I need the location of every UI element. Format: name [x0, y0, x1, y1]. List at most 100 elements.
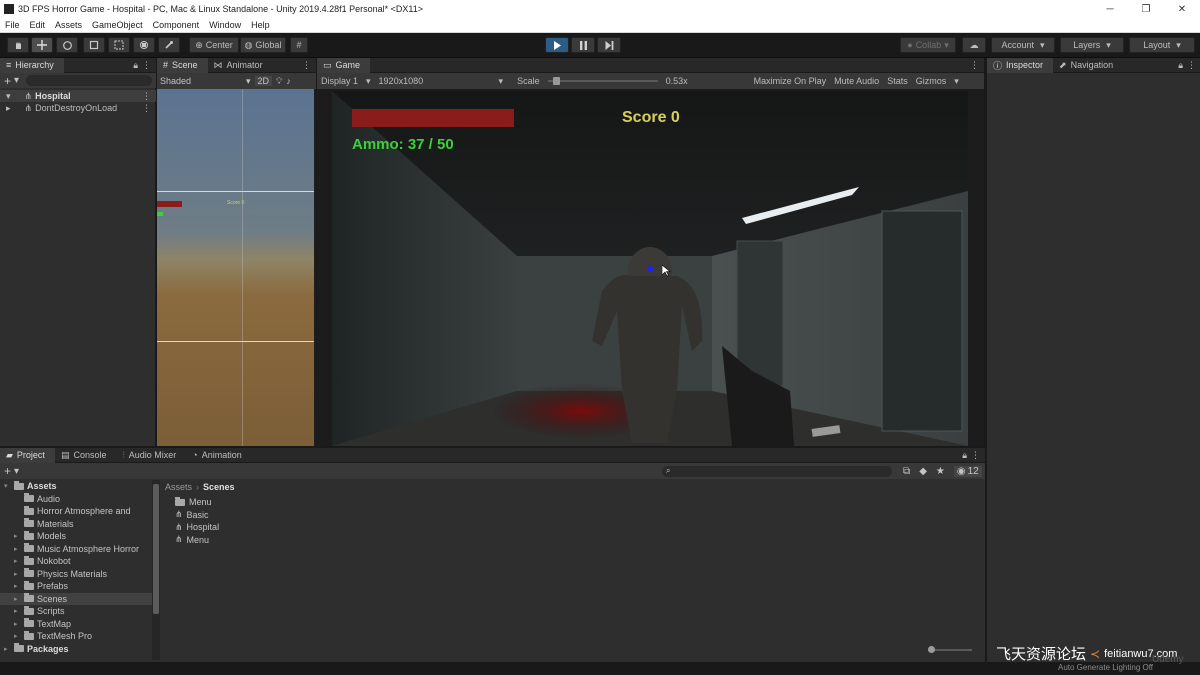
folder-tree-scrollbar[interactable] — [152, 480, 160, 660]
scrollbar-thumb[interactable] — [153, 484, 159, 614]
scale-slider-thumb[interactable] — [552, 77, 560, 85]
hierarchy-item-dontdestroyonload[interactable]: ▸ ⋔ DontDestroyOnLoad ⋮ — [0, 102, 156, 114]
account-dropdown[interactable]: Account ▾ — [991, 37, 1055, 53]
more-options-icon[interactable]: ⋮ — [971, 450, 980, 461]
menu-help[interactable]: Help — [246, 20, 275, 30]
chevron-down-icon[interactable]: ▾ — [499, 76, 504, 87]
more-options-icon[interactable]: ⋮ — [142, 60, 151, 71]
add-icon[interactable]: + — [4, 74, 11, 88]
favorite-star-icon[interactable]: ★ — [936, 466, 945, 477]
collapse-arrow-icon[interactable]: ▸ — [14, 532, 21, 540]
filter-by-type-icon[interactable]: ⧉ — [903, 466, 910, 477]
maximize-button[interactable]: ❐ — [1128, 4, 1164, 15]
collapse-arrow-icon[interactable]: ▸ — [14, 582, 21, 590]
display-dropdown[interactable]: Display 1 — [321, 76, 358, 86]
file-list-item[interactable]: ⋔ Menu — [165, 534, 965, 547]
collapse-arrow-icon[interactable]: ▸ — [14, 545, 21, 553]
more-options-icon[interactable]: ⋮ — [302, 60, 311, 71]
play-button[interactable] — [545, 37, 569, 53]
file-list-item[interactable]: ⋔ Basic — [165, 509, 965, 522]
lock-icon[interactable]: 🔒︎ — [962, 450, 967, 461]
chevron-down-icon[interactable]: ▾ — [246, 76, 251, 87]
tab-inspector[interactable]: ⓘ Inspector — [987, 57, 1054, 73]
folder-tree-item[interactable]: ▸ Prefabs — [0, 580, 152, 593]
folder-tree-item[interactable]: Materials — [0, 518, 152, 531]
lock-icon[interactable]: 🔒︎ — [133, 60, 138, 71]
2d-toggle-button[interactable]: 2D — [254, 76, 273, 86]
filter-by-label-icon[interactable]: ◆ — [919, 466, 927, 477]
maximize-on-play-toggle[interactable]: Maximize On Play — [754, 76, 827, 86]
tab-scene[interactable]: # Scene — [157, 57, 208, 73]
hidden-packages-button[interactable]: ◉ 12 — [953, 465, 982, 477]
menu-assets[interactable]: Assets — [50, 20, 87, 30]
hierarchy-item-hospital[interactable]: ▾ ⋔ Hospital ⋮ — [0, 90, 156, 102]
add-icon[interactable]: + — [4, 464, 11, 478]
expand-arrow-icon[interactable]: ▸ — [6, 103, 11, 114]
move-tool-button[interactable] — [31, 37, 53, 53]
folder-tree-item[interactable]: ▸ Music Atmosphere Horror — [0, 543, 152, 556]
scale-slider[interactable] — [547, 76, 658, 86]
transform-tool-button[interactable] — [133, 37, 155, 53]
space-global-toggle[interactable]: ◍ Global — [240, 37, 286, 53]
layers-dropdown[interactable]: Layers ▾ — [1060, 37, 1124, 53]
minimize-button[interactable]: ─ — [1092, 4, 1128, 15]
collapse-arrow-icon[interactable]: ▸ — [14, 607, 21, 615]
menu-edit[interactable]: Edit — [25, 20, 51, 30]
menu-file[interactable]: File — [0, 20, 25, 30]
folder-tree-item[interactable]: ▸ Nokobot — [0, 555, 152, 568]
tab-animation[interactable]: ◔ Animation — [186, 448, 251, 463]
hand-tool-button[interactable] — [7, 37, 29, 53]
shading-mode-dropdown[interactable]: Shaded — [160, 76, 242, 86]
layout-dropdown[interactable]: Layout ▾ — [1129, 37, 1195, 53]
rotate-tool-button[interactable] — [56, 37, 78, 53]
folder-tree-item[interactable]: ▸ TextMap — [0, 618, 152, 631]
expand-arrow-icon[interactable]: ▾ — [4, 482, 11, 490]
menu-window[interactable]: Window — [204, 20, 246, 30]
folder-tree-item[interactable]: ▸ Scripts — [0, 605, 152, 618]
mute-audio-toggle[interactable]: Mute Audio — [834, 76, 879, 86]
custom-tool-button[interactable] — [158, 37, 180, 53]
game-viewport[interactable]: Score 0 Ammo: 37 / 50 — [332, 91, 968, 446]
gizmos-dropdown[interactable]: Gizmos — [916, 76, 947, 86]
cloud-button[interactable]: ☁ — [962, 37, 986, 53]
collapse-arrow-icon[interactable]: ▸ — [4, 645, 11, 653]
rect-tool-button[interactable] — [108, 37, 130, 53]
collab-dropdown[interactable]: ● Collab ▾ — [900, 37, 956, 53]
folder-tree-item[interactable]: ▸ Packages — [0, 643, 152, 656]
more-options-icon[interactable]: ⋮ — [142, 103, 151, 114]
chevron-down-icon[interactable]: ▾ — [366, 76, 371, 87]
folder-tree-item[interactable]: Horror Atmosphere and — [0, 505, 152, 518]
file-list-item[interactable]: Menu — [165, 496, 965, 509]
collapse-arrow-icon[interactable]: ▸ — [14, 595, 21, 603]
close-button[interactable]: ✕ — [1164, 4, 1200, 15]
audio-toggle-icon[interactable]: ♪ — [286, 76, 291, 86]
tab-game[interactable]: ▭ Game — [317, 57, 371, 73]
scale-tool-button[interactable] — [83, 37, 105, 53]
breadcrumb-item-assets[interactable]: Assets — [165, 482, 192, 492]
collapse-arrow-icon[interactable]: ▸ — [14, 557, 21, 565]
icon-size-slider-thumb[interactable] — [928, 646, 935, 653]
more-options-icon[interactable]: ⋮ — [142, 91, 151, 102]
icon-size-slider[interactable] — [928, 646, 972, 653]
file-list-item[interactable]: ⋔ Hospital — [165, 521, 965, 534]
expand-arrow-icon[interactable]: ▾ — [6, 91, 11, 102]
folder-tree-item[interactable]: Audio — [0, 493, 152, 506]
collapse-arrow-icon[interactable]: ▸ — [14, 632, 21, 640]
tab-audio-mixer[interactable]: ⫶ Audio Mixer — [116, 448, 186, 463]
tab-console[interactable]: ▤ Console — [55, 448, 117, 463]
stats-toggle[interactable]: Stats — [887, 76, 908, 86]
hierarchy-search-input[interactable] — [26, 75, 152, 86]
tab-project[interactable]: ▰ Project — [0, 447, 55, 463]
tab-navigation[interactable]: ⬈ Navigation — [1053, 58, 1123, 73]
folder-tree-item[interactable]: ▸ Scenes — [0, 592, 152, 605]
folder-tree-item[interactable]: ▾ Assets — [0, 480, 152, 493]
folder-tree-item[interactable]: ▸ Models — [0, 530, 152, 543]
menu-gameobject[interactable]: GameObject — [87, 20, 148, 30]
chevron-down-icon[interactable]: ▾ — [954, 76, 959, 87]
lock-icon[interactable]: 🔒︎ — [1178, 60, 1183, 71]
more-options-icon[interactable]: ⋮ — [970, 60, 979, 71]
resolution-dropdown[interactable]: 1920x1080 — [379, 76, 491, 86]
grid-snap-button[interactable]: # — [290, 37, 308, 53]
pause-button[interactable] — [571, 37, 595, 53]
pivot-center-toggle[interactable]: ⊕ Center — [189, 37, 239, 53]
